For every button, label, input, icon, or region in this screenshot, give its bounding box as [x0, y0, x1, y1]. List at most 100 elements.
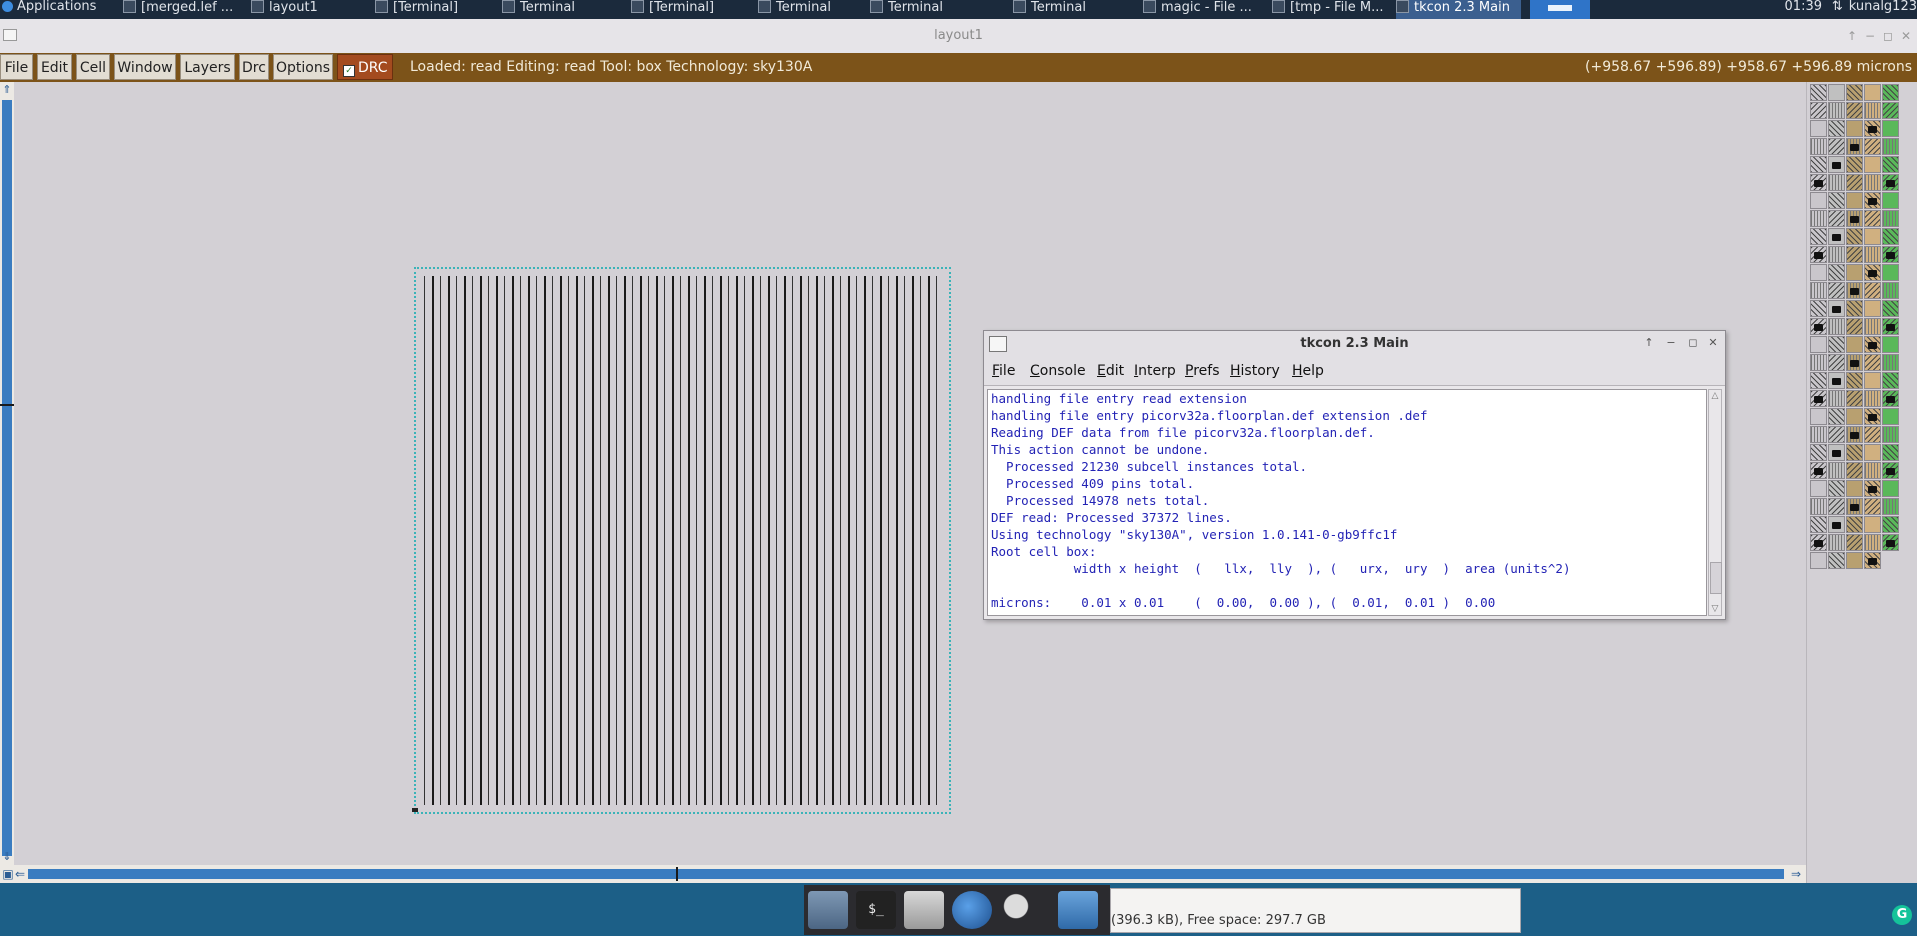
task-merged-lef[interactable]: [merged.lef ... — [123, 0, 241, 19]
layer-swatch[interactable] — [1864, 318, 1881, 335]
layer-swatch[interactable] — [1864, 264, 1881, 281]
layer-swatch[interactable] — [1882, 192, 1899, 209]
layer-swatch[interactable] — [1810, 120, 1827, 137]
layer-swatch[interactable] — [1810, 498, 1827, 515]
layer-swatch[interactable] — [1810, 390, 1827, 407]
layer-swatch[interactable] — [1810, 462, 1827, 479]
layer-swatch[interactable] — [1828, 336, 1845, 353]
layer-swatch[interactable] — [1882, 174, 1899, 191]
layer-swatch[interactable] — [1846, 282, 1863, 299]
layer-swatch[interactable] — [1846, 354, 1863, 371]
layer-swatch[interactable] — [1846, 120, 1863, 137]
layer-swatch[interactable] — [1882, 210, 1899, 227]
menu-drc[interactable]: Drc — [239, 54, 269, 80]
window-menu-icon[interactable] — [3, 29, 17, 41]
layer-swatch[interactable] — [1864, 282, 1881, 299]
close-icon[interactable]: ✕ — [1705, 335, 1721, 351]
tkcon-menu-interp[interactable]: Interp — [1134, 357, 1176, 385]
layer-swatch[interactable] — [1846, 534, 1863, 551]
layer-swatch[interactable] — [1828, 426, 1845, 443]
layer-swatch[interactable] — [1810, 408, 1827, 425]
layer-swatch[interactable] — [1882, 354, 1899, 371]
layer-swatch[interactable] — [1846, 138, 1863, 155]
layer-swatch[interactable] — [1810, 516, 1827, 533]
layer-swatch[interactable] — [1846, 480, 1863, 497]
grammarly-icon[interactable]: G — [1892, 905, 1912, 925]
shade-icon[interactable]: ↑ — [1641, 335, 1657, 351]
layer-swatch[interactable] — [1882, 228, 1899, 245]
layer-swatch[interactable] — [1828, 84, 1845, 101]
layer-swatch[interactable] — [1846, 408, 1863, 425]
vertical-scroll-track[interactable] — [2, 100, 12, 856]
layer-swatch[interactable] — [1828, 462, 1845, 479]
layer-swatch[interactable] — [1810, 174, 1827, 191]
layer-swatch[interactable] — [1828, 246, 1845, 263]
layer-swatch[interactable] — [1882, 498, 1899, 515]
layer-swatch[interactable] — [1828, 498, 1845, 515]
layer-swatch[interactable] — [1882, 462, 1899, 479]
layer-swatch[interactable] — [1828, 210, 1845, 227]
layer-swatch[interactable] — [1846, 264, 1863, 281]
layer-swatch[interactable] — [1864, 102, 1881, 119]
task-tkcon-main[interactable]: tkcon 2.3 Main — [1396, 0, 1521, 19]
layer-swatch[interactable] — [1882, 264, 1899, 281]
layer-swatch[interactable] — [1864, 498, 1881, 515]
layer-swatch[interactable] — [1864, 462, 1881, 479]
workspace-switcher[interactable] — [1530, 0, 1590, 19]
layer-swatch[interactable] — [1828, 282, 1845, 299]
layer-swatch[interactable] — [1846, 84, 1863, 101]
layer-swatch[interactable] — [1828, 174, 1845, 191]
layer-swatch[interactable] — [1864, 300, 1881, 317]
layer-swatch[interactable] — [1828, 318, 1845, 335]
task-tmp-file-manager[interactable]: [tmp - File M... — [1272, 0, 1394, 19]
layer-swatch[interactable] — [1882, 282, 1899, 299]
layer-swatch[interactable] — [1882, 336, 1899, 353]
task-terminal-4[interactable]: Terminal — [758, 0, 870, 19]
layer-swatch[interactable] — [1882, 156, 1899, 173]
layer-swatch[interactable] — [1882, 246, 1899, 263]
layer-swatch[interactable] — [1810, 300, 1827, 317]
layer-swatch[interactable] — [1864, 408, 1881, 425]
tkcon-menu-history[interactable]: History — [1230, 357, 1280, 385]
layer-swatch[interactable] — [1846, 246, 1863, 263]
layer-swatch[interactable] — [1864, 552, 1881, 569]
layer-swatch[interactable] — [1810, 444, 1827, 461]
task-layout1[interactable]: layout1 — [251, 0, 363, 19]
menu-window[interactable]: Window — [114, 54, 176, 80]
layer-swatch[interactable] — [1810, 102, 1827, 119]
layer-swatch[interactable] — [1828, 138, 1845, 155]
layer-swatch[interactable] — [1864, 354, 1881, 371]
layer-swatch[interactable] — [1828, 120, 1845, 137]
layer-swatch[interactable] — [1810, 84, 1827, 101]
layer-swatch[interactable] — [1810, 336, 1827, 353]
layer-swatch[interactable] — [1810, 534, 1827, 551]
maximize-icon[interactable]: ◻ — [1883, 19, 1893, 53]
layer-swatch[interactable] — [1810, 228, 1827, 245]
task-terminal-6[interactable]: Terminal — [1013, 0, 1133, 19]
drc-toggle[interactable]: ✓ DRC — [337, 54, 393, 80]
layer-swatch[interactable] — [1864, 84, 1881, 101]
layer-swatch[interactable] — [1828, 156, 1845, 173]
layer-swatch[interactable] — [1846, 192, 1863, 209]
tkcon-scroll-thumb[interactable] — [1710, 562, 1722, 594]
layer-swatch[interactable] — [1846, 426, 1863, 443]
tkcon-menu-console[interactable]: Console — [1030, 357, 1086, 385]
layer-swatch[interactable] — [1882, 516, 1899, 533]
layer-swatch[interactable] — [1828, 372, 1845, 389]
layer-swatch[interactable] — [1846, 102, 1863, 119]
layer-swatch[interactable] — [1882, 318, 1899, 335]
layer-swatch[interactable] — [1828, 516, 1845, 533]
layer-swatch[interactable] — [1882, 426, 1899, 443]
layer-swatch[interactable] — [1846, 156, 1863, 173]
layer-swatch[interactable] — [1846, 318, 1863, 335]
minimize-icon[interactable]: − — [1663, 335, 1679, 351]
layer-swatch[interactable] — [1810, 552, 1827, 569]
menu-options[interactable]: Options — [273, 54, 333, 80]
layer-swatch[interactable] — [1846, 210, 1863, 227]
home-folder-icon[interactable] — [904, 891, 944, 929]
window-menu-icon[interactable] — [989, 336, 1007, 352]
vertical-scrollbar[interactable]: ⇑ ⇓ — [0, 82, 14, 865]
layer-swatch[interactable] — [1882, 372, 1899, 389]
layer-swatch[interactable] — [1810, 480, 1827, 497]
layer-swatch[interactable] — [1882, 534, 1899, 551]
